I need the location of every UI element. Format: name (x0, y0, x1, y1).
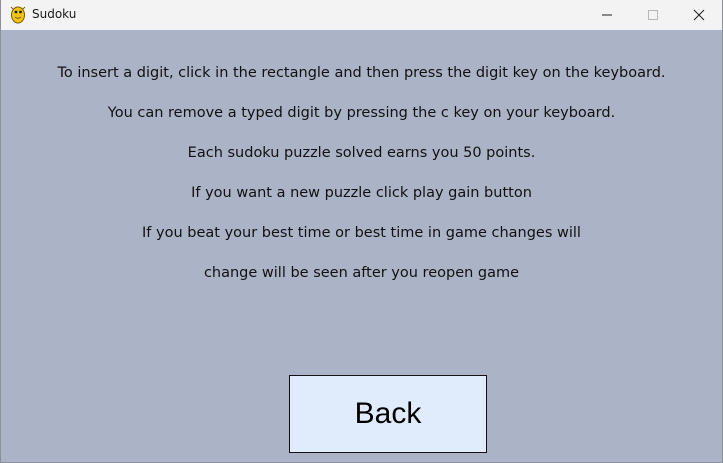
instruction-line: Each sudoku puzzle solved earns you 50 p… (187, 145, 536, 161)
close-icon (693, 6, 705, 25)
title-bar[interactable]: Sudoku (1, 0, 722, 30)
instruction-line: You can remove a typed digit by pressing… (107, 105, 616, 121)
instruction-line: change will be seen after you reopen gam… (203, 265, 520, 281)
minimize-button[interactable] (584, 0, 630, 30)
back-button-label: Back (354, 397, 422, 430)
minimize-icon (601, 6, 613, 25)
maximize-icon (647, 6, 659, 25)
app-window: Sudoku To insert a digit, click in the r… (0, 0, 723, 463)
window-title: Sudoku (32, 7, 77, 21)
back-button[interactable]: Back (289, 375, 487, 453)
instruction-line: To insert a digit, click in the rectangl… (57, 65, 666, 81)
close-button[interactable] (676, 0, 722, 30)
instruction-line: If you want a new puzzle click play gain… (191, 185, 532, 201)
instructions-panel: To insert a digit, click in the rectangl… (1, 30, 722, 462)
python-snake-icon (10, 6, 26, 24)
maximize-button[interactable] (630, 0, 676, 30)
instruction-line: If you beat your best time or best time … (142, 225, 581, 241)
